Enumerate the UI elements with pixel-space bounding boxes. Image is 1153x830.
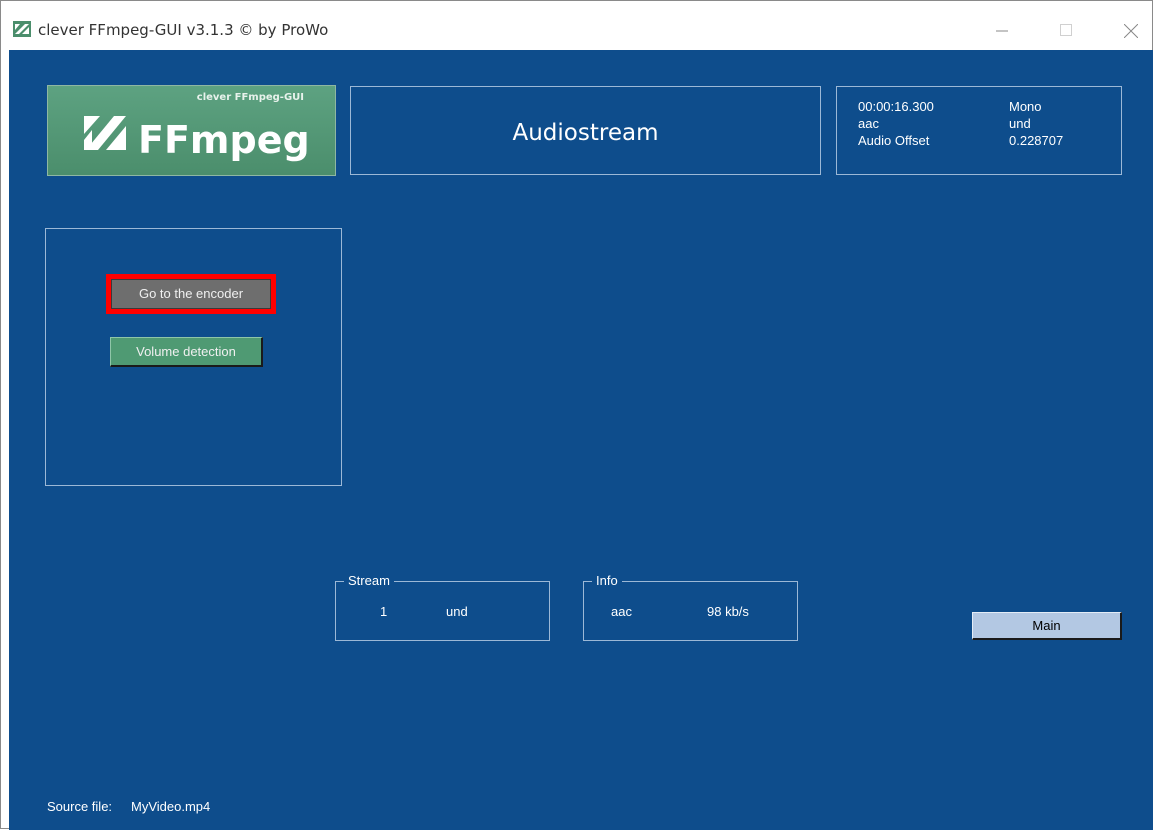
main-panel: clever FFmpeg-GUI FFmpeg Audiostream 00:… (9, 50, 1153, 830)
offset-value: 0.228707 (1009, 133, 1064, 148)
ffmpeg-logo-icon (13, 21, 31, 37)
maximize-icon (1060, 24, 1072, 36)
stream-language: und (446, 604, 468, 619)
logo-text: FFmpeg (138, 118, 310, 162)
info-bitrate: 98 kb/s (707, 604, 749, 619)
source-file-label: Source file: (47, 799, 113, 814)
ffmpeg-mark-icon (84, 116, 126, 150)
offset-label: Audio Offset (858, 133, 930, 148)
minimize-icon (996, 30, 1008, 32)
source-file-value: MyVideo.mp4 (131, 799, 211, 814)
header-box: Audiostream (350, 86, 821, 175)
duration-value: 00:00:16.300 (858, 99, 934, 114)
channels-value: Mono (1009, 99, 1042, 114)
page-title: Audiostream (512, 120, 659, 146)
logo-caption: clever FFmpeg-GUI (196, 92, 304, 103)
title-bar[interactable]: clever FFmpeg-GUI v3.1.3 © by ProWo (1, 1, 1152, 50)
info-codec: aac (611, 604, 632, 619)
stream-group-legend: Stream (344, 573, 394, 588)
go-to-encoder-button[interactable]: Go to the encoder (106, 274, 276, 314)
ffmpeg-logo: clever FFmpeg-GUI FFmpeg (47, 85, 336, 176)
stream-info-box: 00:00:16.300 Mono aac und Audio Offset 0… (836, 86, 1122, 175)
window-title: clever FFmpeg-GUI v3.1.3 © by ProWo (38, 21, 329, 39)
volume-detection-button[interactable]: Volume detection (110, 337, 263, 367)
maximize-button[interactable] (1043, 13, 1089, 45)
app-window: clever FFmpeg-GUI v3.1.3 © by ProWo clev… (0, 0, 1153, 830)
close-button[interactable] (1107, 13, 1153, 45)
stream-group: Stream 1 und (335, 573, 550, 641)
minimize-button[interactable] (979, 13, 1025, 45)
close-icon (1124, 24, 1138, 38)
main-button[interactable]: Main (972, 612, 1122, 640)
stream-index: 1 (380, 604, 388, 619)
codec-value: aac (858, 116, 879, 131)
info-group-legend: Info (592, 573, 622, 588)
info-group: Info aac 98 kb/s (583, 573, 798, 641)
language-value: und (1009, 116, 1031, 131)
